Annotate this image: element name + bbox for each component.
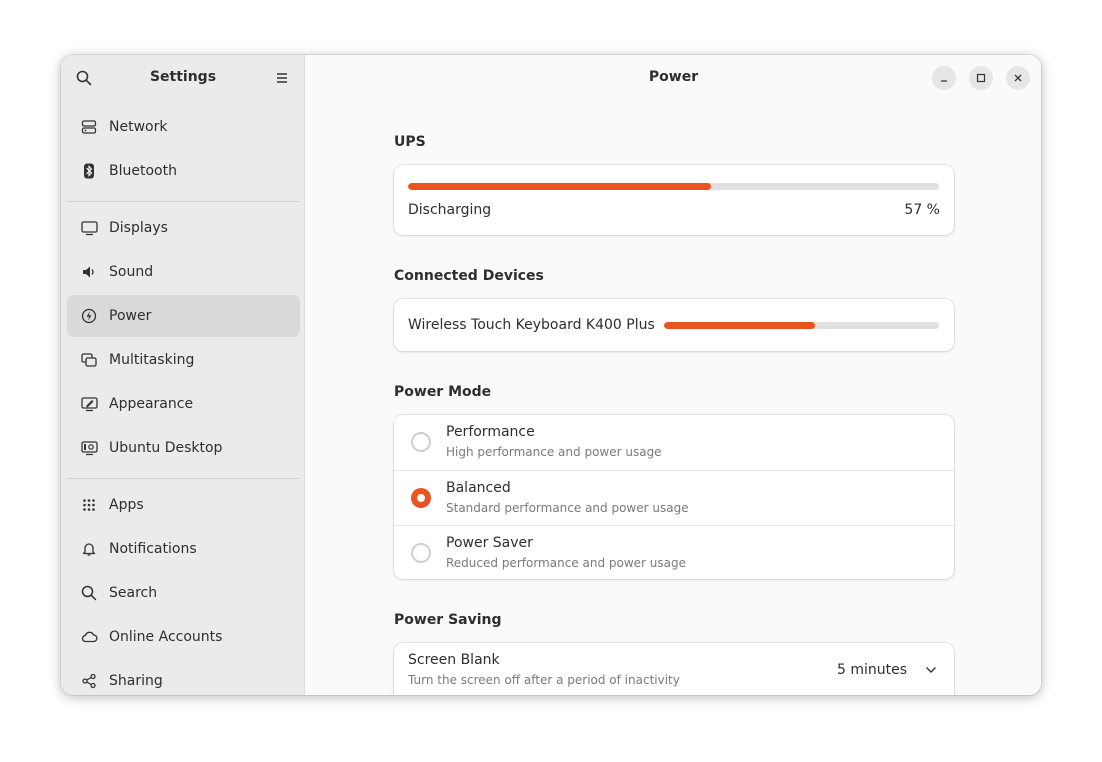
power-mode-card: Performance High performance and power u… bbox=[394, 415, 954, 579]
sidebar-item-sharing[interactable]: Sharing bbox=[67, 660, 300, 695]
multitasking-icon bbox=[80, 351, 98, 369]
main-panel: Power UPS Discharging 57 % Connected Dev… bbox=[306, 55, 1041, 695]
ups-status: Discharging bbox=[408, 202, 492, 218]
sidebar-item-online-accounts[interactable]: Online Accounts bbox=[67, 616, 300, 658]
cloud-icon bbox=[80, 628, 98, 646]
screen-blank-label: Screen Blank bbox=[408, 652, 500, 668]
mode-label: Power Saver bbox=[446, 535, 533, 551]
section-title-power-saving: Power Saving bbox=[394, 612, 502, 628]
minimize-icon bbox=[941, 80, 947, 82]
power-saving-card: Screen Blank Turn the screen off after a… bbox=[394, 643, 954, 695]
power-mode-performance[interactable]: Performance High performance and power u… bbox=[394, 415, 954, 470]
ups-level-fill bbox=[408, 183, 711, 190]
close-icon bbox=[1014, 74, 1022, 82]
hamburger-menu-icon bbox=[277, 73, 287, 83]
ubuntu-desktop-icon bbox=[80, 439, 98, 457]
device-name: Wireless Touch Keyboard K400 Plus bbox=[408, 317, 655, 333]
sidebar-item-appearance[interactable]: Appearance bbox=[67, 383, 300, 425]
ups-percent: 57 % bbox=[904, 202, 940, 218]
section-title-power-mode: Power Mode bbox=[394, 384, 492, 400]
sidebar-title: Settings bbox=[149, 69, 217, 85]
radio-power-saver[interactable] bbox=[411, 543, 431, 563]
sidebar-item-notifications[interactable]: Notifications bbox=[67, 528, 300, 570]
screen-blank-row[interactable]: Screen Blank Turn the screen off after a… bbox=[394, 643, 954, 695]
page-title: Power bbox=[648, 69, 699, 85]
network-icon bbox=[80, 118, 98, 136]
chevron-down-icon[interactable] bbox=[925, 666, 937, 674]
sidebar-item-sound[interactable]: Sound bbox=[67, 251, 300, 293]
share-icon bbox=[80, 672, 98, 690]
sidebar-item-label: Displays bbox=[109, 220, 168, 236]
device-level-bar bbox=[664, 322, 939, 329]
sidebar-item-label: Network bbox=[109, 119, 168, 135]
radio-balanced[interactable] bbox=[411, 488, 431, 508]
sidebar-item-label: Sound bbox=[109, 264, 154, 280]
appearance-icon bbox=[80, 395, 98, 413]
mode-description: Reduced performance and power usage bbox=[446, 556, 686, 570]
sidebar-item-label: Multitasking bbox=[109, 352, 195, 368]
sidebar-divider bbox=[67, 478, 300, 479]
sidebar-item-label: Notifications bbox=[109, 541, 197, 557]
screen-blank-value[interactable]: 5 minutes bbox=[837, 662, 907, 678]
sidebar-item-label: Power bbox=[109, 308, 152, 324]
ups-level-bar bbox=[408, 183, 939, 190]
section-title-connected-devices: Connected Devices bbox=[394, 268, 544, 284]
maximize-icon bbox=[976, 73, 986, 83]
sidebar-item-search[interactable]: Search bbox=[67, 572, 300, 614]
sidebar-item-ubuntu-desktop[interactable]: Ubuntu Desktop bbox=[67, 427, 300, 469]
sidebar-item-label: Online Accounts bbox=[109, 629, 223, 645]
main-menu-button[interactable] bbox=[271, 67, 293, 89]
minimize-button[interactable] bbox=[932, 66, 956, 90]
sidebar-header: Settings bbox=[61, 55, 305, 101]
sidebar-item-multitasking[interactable]: Multitasking bbox=[67, 339, 300, 381]
screen-blank-description: Turn the screen off after a period of in… bbox=[408, 673, 680, 687]
search-icon bbox=[80, 584, 98, 602]
sidebar-item-label: Ubuntu Desktop bbox=[109, 440, 223, 456]
mode-label: Performance bbox=[446, 424, 535, 440]
close-button[interactable] bbox=[1006, 66, 1030, 90]
mode-description: High performance and power usage bbox=[446, 445, 662, 459]
connected-device-card: Wireless Touch Keyboard K400 Plus bbox=[394, 299, 954, 351]
sidebar-item-displays[interactable]: Displays bbox=[67, 207, 300, 249]
mode-description: Standard performance and power usage bbox=[446, 501, 689, 515]
device-level-fill bbox=[664, 322, 816, 329]
sidebar-item-power[interactable]: Power bbox=[67, 295, 300, 337]
power-mode-power-saver[interactable]: Power Saver Reduced performance and powe… bbox=[394, 525, 954, 579]
sidebar-item-label: Appearance bbox=[109, 396, 194, 412]
sidebar-item-label: Search bbox=[109, 585, 158, 601]
sidebar-item-bluetooth[interactable]: Bluetooth bbox=[67, 150, 300, 192]
sidebar-item-label: Sharing bbox=[109, 673, 163, 689]
maximize-button[interactable] bbox=[969, 66, 993, 90]
speaker-icon bbox=[80, 263, 98, 281]
settings-window: Settings Network Bluetooth Displays Soun… bbox=[61, 55, 1041, 695]
power-mode-balanced[interactable]: Balanced Standard performance and power … bbox=[394, 470, 954, 525]
apps-grid-icon bbox=[80, 496, 98, 514]
radio-performance[interactable] bbox=[411, 432, 431, 452]
sidebar-item-apps[interactable]: Apps bbox=[67, 484, 300, 526]
ups-card: Discharging 57 % bbox=[394, 165, 954, 235]
bluetooth-icon bbox=[80, 162, 98, 180]
mode-label: Balanced bbox=[446, 480, 511, 496]
section-title-ups: UPS bbox=[394, 134, 426, 150]
sidebar-item-label: Apps bbox=[109, 497, 144, 513]
display-icon bbox=[80, 219, 98, 237]
sidebar-item-network[interactable]: Network bbox=[67, 106, 300, 148]
sidebar: Settings Network Bluetooth Displays Soun… bbox=[61, 55, 305, 695]
bell-icon bbox=[80, 540, 98, 558]
power-icon bbox=[80, 307, 98, 325]
sidebar-item-label: Bluetooth bbox=[109, 163, 177, 179]
sidebar-divider bbox=[67, 201, 300, 202]
